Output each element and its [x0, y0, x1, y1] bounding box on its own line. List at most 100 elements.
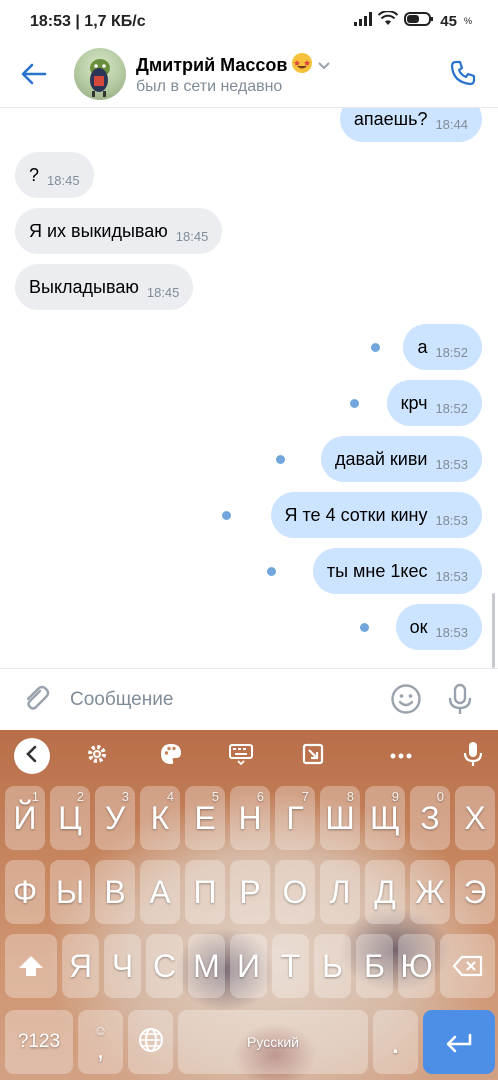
key-ye[interactable]: Е5	[185, 786, 225, 850]
key-o[interactable]: О	[275, 860, 315, 924]
key-v[interactable]: В	[95, 860, 135, 924]
message-text: ?	[29, 164, 40, 185]
emoji-button[interactable]	[390, 683, 422, 715]
message-time: 18:53	[435, 512, 468, 528]
key-d[interactable]: Д	[365, 860, 405, 924]
comma-key[interactable]: ☺ ,	[78, 1010, 123, 1074]
keyboard-clipboard-button[interactable]	[298, 740, 328, 772]
unread-indicator	[222, 511, 231, 520]
key-ya[interactable]: Я	[62, 934, 99, 998]
scrollbar[interactable]	[492, 593, 495, 668]
message-composer	[0, 668, 498, 730]
shift-arrow-icon	[18, 948, 44, 985]
voice-message-button[interactable]	[444, 682, 476, 716]
key-u[interactable]: У3	[95, 786, 135, 850]
language-key[interactable]	[128, 1010, 173, 1074]
message-bubble-incoming[interactable]: Я их выкидываю 18:45	[15, 208, 223, 254]
message-text: давай киви	[334, 448, 428, 469]
paperclip-icon	[20, 685, 52, 719]
message-bubble-incoming[interactable]: Выкладываю 18:45	[15, 264, 194, 310]
keyboard-theme-button[interactable]	[156, 740, 186, 772]
more-dots-icon	[389, 747, 413, 765]
key-t[interactable]: Т	[272, 934, 309, 998]
message-bubble-incoming[interactable]: ? 18:45	[15, 152, 94, 198]
enter-key[interactable]	[423, 1010, 495, 1074]
keyboard: Й1 Ц2 У3 К4 Е5 Н6 Г7 Ш8 Щ9 З0 Х Ф Ы В А …	[0, 730, 498, 1080]
key-z[interactable]: З0	[410, 786, 450, 850]
key-n[interactable]: Н6	[230, 786, 270, 850]
unread-indicator	[371, 343, 380, 352]
period-key[interactable]: .	[373, 1010, 418, 1074]
key-s[interactable]: С	[146, 934, 183, 998]
call-button[interactable]	[446, 58, 480, 92]
message-bubble-outgoing[interactable]: крч 18:52	[386, 380, 482, 426]
arrow-left-icon	[21, 63, 47, 90]
message-time: 18:45	[47, 172, 80, 188]
message-time: 18:45	[175, 228, 209, 244]
avatar[interactable]	[74, 48, 126, 100]
key-ts[interactable]: Ц2	[50, 786, 90, 850]
message-list[interactable]: апаешь? 18:44 ? 18:45 Я их выкидываю 18:…	[0, 108, 498, 668]
attach-button[interactable]	[20, 683, 52, 715]
key-p[interactable]: П	[185, 860, 225, 924]
key-r[interactable]: Р	[230, 860, 270, 924]
keyboard-toolbar	[0, 730, 498, 782]
unread-indicator	[350, 399, 359, 408]
status-time: 18:53	[30, 13, 71, 30]
star-struck-emoji-icon	[291, 52, 313, 79]
space-key[interactable]: Русский	[178, 1010, 368, 1074]
message-time: 18:52	[435, 344, 468, 360]
message-text: Я те 4 сотки кину	[284, 504, 428, 525]
unread-indicator	[267, 567, 276, 576]
message-time: 18:53	[435, 456, 468, 472]
keyboard-layout-button[interactable]	[226, 740, 256, 772]
message-bubble-outgoing[interactable]: ты мне 1кес 18:53	[312, 548, 482, 594]
back-button[interactable]	[18, 60, 50, 92]
key-a[interactable]: А	[140, 860, 180, 924]
message-bubble-outgoing[interactable]: а 18:52	[403, 324, 482, 370]
message-bubble-outgoing[interactable]: апаешь? 18:44	[339, 108, 482, 142]
message-text: крч	[400, 392, 428, 413]
key-b[interactable]: Б	[356, 934, 393, 998]
key-e[interactable]: Э	[455, 860, 495, 924]
message-bubble-outgoing[interactable]: Я те 4 сотки кину 18:53	[270, 492, 482, 538]
message-text: ок	[409, 616, 428, 637]
key-kh[interactable]: Х	[455, 786, 495, 850]
message-bubble-outgoing[interactable]: давай киви 18:53	[320, 436, 482, 482]
key-m[interactable]: М	[188, 934, 225, 998]
key-yot[interactable]: Й1	[5, 786, 45, 850]
contact-name[interactable]: Дмитрий Массов	[136, 55, 287, 76]
key-f[interactable]: Ф	[5, 860, 45, 924]
key-g[interactable]: Г7	[275, 786, 315, 850]
keyboard-settings-button[interactable]	[82, 740, 112, 772]
backspace-key[interactable]	[440, 934, 495, 998]
chevron-left-icon	[25, 745, 39, 768]
globe-icon	[138, 1024, 164, 1061]
key-shch[interactable]: Щ9	[365, 786, 405, 850]
key-soft-sign[interactable]: Ь	[314, 934, 351, 998]
key-zh[interactable]: Ж	[410, 860, 450, 924]
key-ch[interactable]: Ч	[104, 934, 141, 998]
chevron-down-icon[interactable]	[317, 55, 331, 76]
message-bubble-outgoing[interactable]: ок 18:53	[395, 604, 482, 650]
chat-header: Дмитрий Массов был в сети недавно	[0, 44, 498, 108]
message-input[interactable]	[70, 685, 370, 715]
keyboard-voice-button[interactable]	[458, 740, 488, 772]
shift-key[interactable]	[5, 934, 57, 998]
battery-icon	[404, 11, 434, 31]
wifi-icon	[378, 10, 399, 31]
message-text: а	[417, 336, 428, 357]
key-sh[interactable]: Ш8	[320, 786, 360, 850]
message-time: 18:44	[435, 116, 468, 132]
key-l[interactable]: Л	[320, 860, 360, 924]
key-y[interactable]: Ы	[50, 860, 90, 924]
message-text: апаешь?	[353, 108, 428, 129]
gear-icon	[85, 742, 109, 771]
key-k[interactable]: К4	[140, 786, 180, 850]
keyboard-more-button[interactable]	[386, 740, 416, 772]
symbols-key[interactable]: ?123	[5, 1010, 73, 1074]
key-yu[interactable]: Ю	[398, 934, 435, 998]
network-speed: 1,7 КБ/с	[84, 13, 146, 30]
keyboard-collapse-button[interactable]	[14, 738, 50, 774]
key-i[interactable]: И	[230, 934, 267, 998]
